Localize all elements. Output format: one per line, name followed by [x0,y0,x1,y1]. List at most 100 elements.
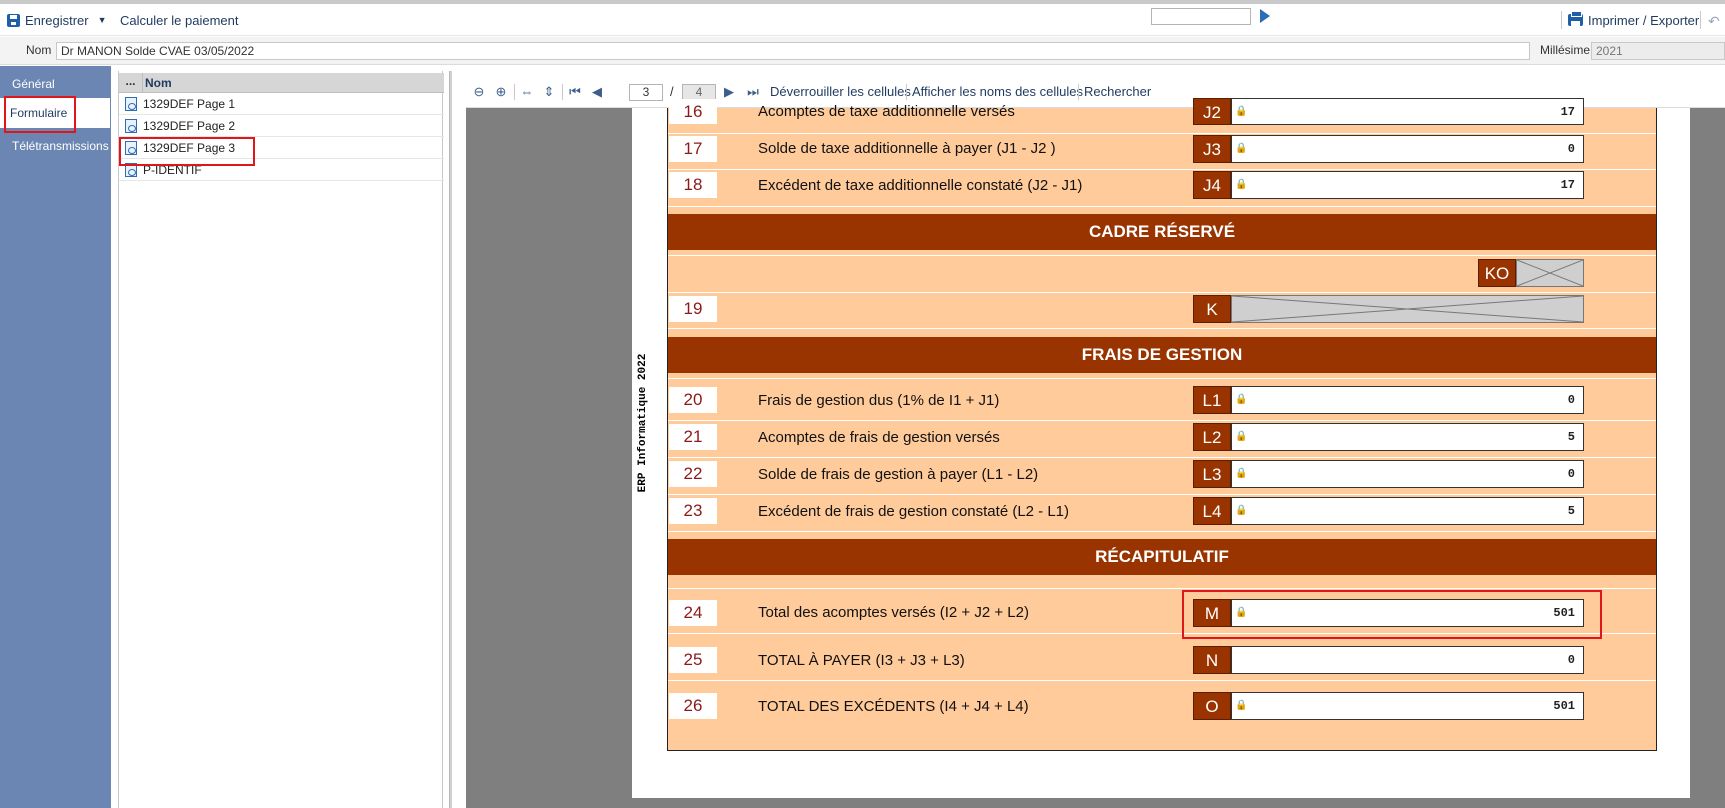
column-menu-button[interactable]: ... [119,73,143,93]
cell-j3-field[interactable]: 🔒 0 [1231,135,1584,163]
fit-height-icon[interactable]: ⇕ [542,85,556,99]
cell-m-field[interactable]: 🔒 501 [1231,599,1584,627]
cell-code: J3 [1193,135,1231,163]
line-description: Total des acomptes versés (I2 + J2 + L2) [758,604,1029,621]
tree-item-page-2[interactable]: 1329DEF Page 2 [119,116,444,137]
row-divider [668,255,1656,256]
undo-icon[interactable]: ↶ [1708,13,1720,30]
vertical-watermark: ERP Informatique 2022 [628,348,658,498]
cell-o-field[interactable]: 🔒 501 [1231,692,1584,720]
viewer-toolbar-divider [562,84,563,100]
tree-item-label: 1329DEF Page 3 [143,141,236,155]
viewer-toolbar-divider [1078,84,1079,100]
cell-ko-crossed [1516,259,1584,287]
printer-icon [1568,11,1583,26]
line-description: Acomptes de taxe additionnelle versés [758,103,1015,120]
millesime-field[interactable]: 2021 [1591,42,1725,60]
form-page-icon [125,163,137,177]
line-description: Excédent de taxe additionnelle constaté … [758,177,1083,194]
save-button[interactable]: Enregistrer ▼ [7,11,107,29]
nav-item-formulaire[interactable]: Formulaire [0,98,110,128]
cell-code: O [1193,692,1231,720]
row-divider [668,588,1656,589]
nav-item-teletransmissions[interactable]: Télétransmissions [0,131,111,161]
row-divider [668,133,1656,134]
cell-value: 0 [1567,653,1575,667]
cell-code: L3 [1193,460,1231,488]
tree-item-label: P-IDENTIF [143,163,202,177]
zoom-in-icon[interactable]: ⊕ [494,85,508,99]
cell-value: 0 [1567,467,1575,481]
calculate-payment-button[interactable]: Calculer le paiement [120,11,239,29]
lock-icon: 🔒 [1235,394,1248,405]
last-page-icon[interactable]: ⏭ [746,85,760,99]
line-description: Frais de gestion dus (1% de I1 + J1) [758,392,1000,409]
cell-j2-field[interactable]: 🔒 17 [1231,98,1584,125]
line-number: 16 [669,99,717,124]
previous-page-icon[interactable]: ◀ [590,85,604,99]
search-go-icon[interactable] [1260,9,1270,23]
lock-icon: 🔒 [1235,505,1248,516]
cell-k-crossed [1231,295,1584,323]
row-divider [668,420,1656,421]
name-row: Nom Dr MANON Solde CVAE 03/05/2022 Millé… [0,37,1725,65]
line-number: 23 [669,498,717,524]
lock-icon: 🔒 [1235,700,1248,711]
print-export-button[interactable]: Imprimer / Exporter [1568,11,1699,29]
cell-l3-field[interactable]: 🔒 0 [1231,460,1584,488]
line-description: TOTAL DES EXCÉDENTS (I4 + J4 + L4) [758,698,1029,715]
cell-code-k: K [1193,295,1231,323]
name-field[interactable]: Dr MANON Solde CVAE 03/05/2022 [56,42,1530,60]
tree-item-page-1[interactable]: 1329DEF Page 1 [119,94,444,115]
first-page-icon[interactable]: ⏮ [568,85,582,99]
lock-icon: 🔒 [1235,179,1248,190]
line-description: Excédent de frais de gestion constaté (L… [758,503,1070,520]
tree-item-label: 1329DEF Page 1 [143,97,236,111]
current-page-input[interactable]: 3 [629,84,663,101]
cell-code: L4 [1193,497,1231,525]
unlock-cells-link[interactable]: Déverrouiller les cellules [770,84,911,99]
chevron-down-icon[interactable]: ▼ [98,15,107,25]
row-divider [668,494,1656,495]
line-number: 18 [669,172,717,198]
show-cell-names-link[interactable]: Afficher les noms des cellules [912,84,1083,99]
cell-value: 501 [1553,699,1575,713]
line-number: 24 [669,600,717,626]
zoom-out-icon[interactable]: ⊖ [472,85,486,99]
column-header-nom[interactable]: Nom [145,76,172,90]
page-separator: / [670,84,674,99]
line-number: 25 [669,647,717,673]
tree-item-page-3[interactable]: 1329DEF Page 3 [119,138,444,159]
row-divider [668,633,1656,634]
form-page-icon [125,141,137,155]
cell-code: J2 [1193,98,1231,125]
row-divider [668,206,1656,207]
tree-item-p-identif[interactable]: P-IDENTIF [119,160,444,181]
next-page-icon[interactable]: ▶ [722,85,736,99]
cell-l4-field[interactable]: 🔒 5 [1231,497,1584,525]
form-page-icon [125,119,137,133]
line-description: Solde de taxe additionnelle à payer (J1 … [758,140,1056,157]
cell-l2-field[interactable]: 🔒 5 [1231,423,1584,451]
line-number: 21 [669,424,717,450]
cell-l1-field[interactable]: 🔒 0 [1231,386,1584,414]
nom-label: Nom [26,43,52,57]
cell-value: 5 [1567,430,1575,444]
nav-item-general[interactable]: Général [0,69,111,99]
toolbar-divider [1700,11,1701,29]
cell-code: L1 [1193,386,1231,414]
cell-code: M [1193,599,1231,627]
panel-splitter[interactable] [449,71,452,808]
line-description: Solde de frais de gestion à payer (L1 - … [758,466,1039,483]
row-divider [668,169,1656,170]
cell-j4-field[interactable]: 🔒 17 [1231,171,1584,199]
cell-n-field[interactable]: 0 [1231,646,1584,674]
search-input[interactable] [1151,8,1251,25]
print-export-label: Imprimer / Exporter [1588,12,1700,28]
line-number: 19 [669,296,717,322]
main-toolbar: Enregistrer ▼ Calculer le paiement Impri… [0,4,1725,36]
row-divider [668,680,1656,681]
line-description: Acomptes de frais de gestion versés [758,429,1000,446]
lock-icon: 🔒 [1235,106,1248,117]
fit-width-icon[interactable]: ⇔ [520,85,534,99]
